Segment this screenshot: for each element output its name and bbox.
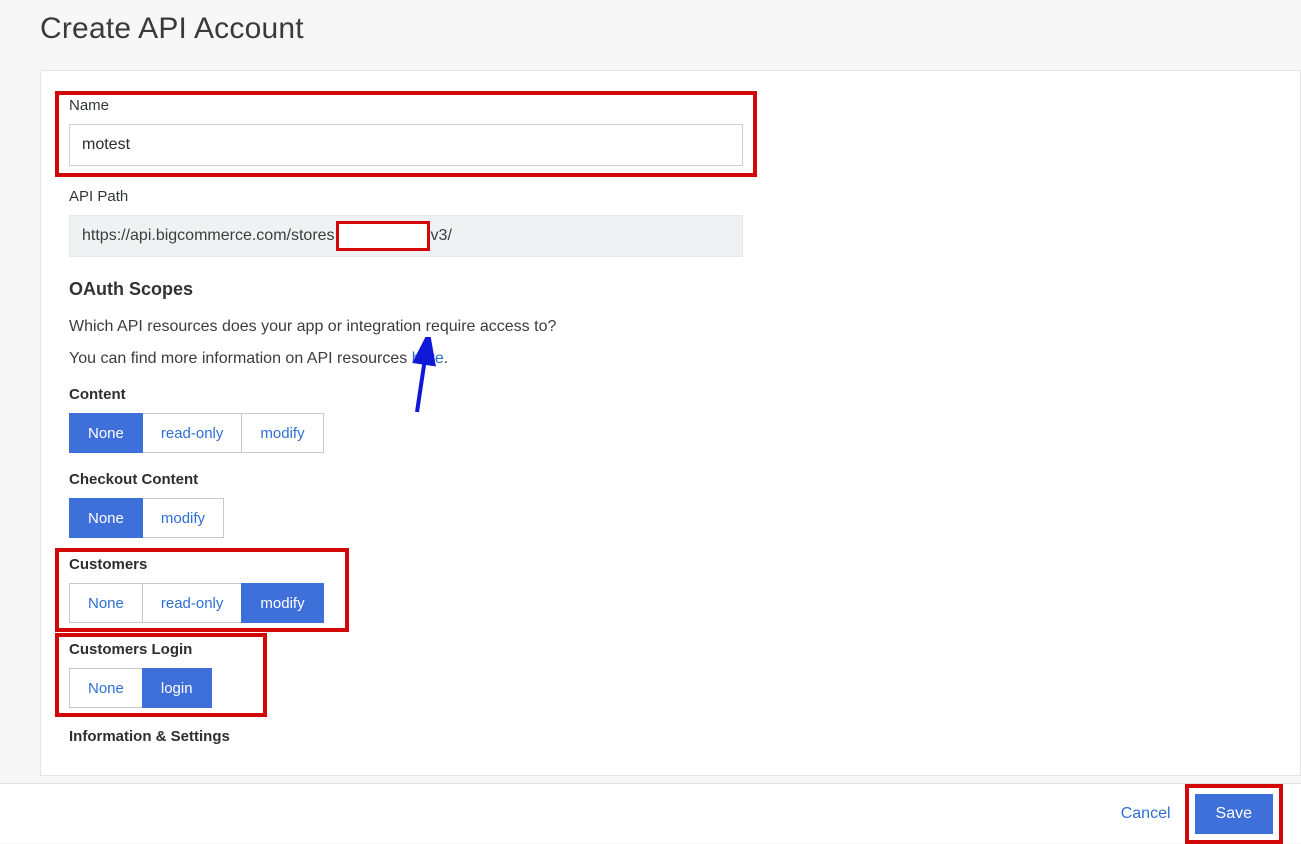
oauth-help-2-post: . <box>444 350 448 367</box>
scope-checkout-content: Checkout Content None modify <box>69 471 1272 538</box>
form-panel: Name API Path https://api.bigcommerce.co… <box>40 70 1301 776</box>
name-label: Name <box>69 97 1272 114</box>
annotation-redaction-box <box>336 221 430 251</box>
scope-customers-login-label: Customers Login <box>69 641 1272 658</box>
api-path-suffix: v3/ <box>431 227 452 245</box>
scope-content-none[interactable]: None <box>69 413 143 453</box>
oauth-help-1: Which API resources does your app or int… <box>69 318 1272 336</box>
scope-checkout-content-none[interactable]: None <box>69 498 143 538</box>
name-field-block: Name <box>69 97 1272 166</box>
api-path-field: https://api.bigcommerce.com/stores v3/ <box>69 215 743 257</box>
scope-information-settings: Information & Settings <box>69 728 1272 745</box>
scope-content-options: None read-only modify <box>69 413 324 453</box>
name-input[interactable] <box>69 124 743 166</box>
page-title: Create API Account <box>40 12 1301 46</box>
scope-checkout-content-modify[interactable]: modify <box>142 498 224 538</box>
api-path-block: API Path https://api.bigcommerce.com/sto… <box>69 188 1272 257</box>
scope-customers-login: Customers Login None login <box>69 641 1272 708</box>
scope-customers-options: None read-only modify <box>69 583 324 623</box>
oauth-heading: OAuth Scopes <box>69 279 1272 300</box>
scope-customers-label: Customers <box>69 556 1272 573</box>
save-button[interactable]: Save <box>1195 794 1273 834</box>
scope-checkout-content-options: None modify <box>69 498 224 538</box>
oauth-help-2: You can find more information on API res… <box>69 350 1272 368</box>
scope-checkout-content-label: Checkout Content <box>69 471 1272 488</box>
scope-information-settings-label: Information & Settings <box>69 728 1272 745</box>
scope-content-readonly[interactable]: read-only <box>142 413 243 453</box>
footer-bar: Cancel Save <box>0 783 1301 843</box>
api-path-label: API Path <box>69 188 1272 205</box>
scope-customers-none[interactable]: None <box>69 583 143 623</box>
scope-customers-login-login[interactable]: login <box>142 668 212 708</box>
scope-customers-modify[interactable]: modify <box>241 583 323 623</box>
scope-customers-login-options: None login <box>69 668 212 708</box>
cancel-button[interactable]: Cancel <box>1113 799 1179 829</box>
api-path-prefix: https://api.bigcommerce.com/stores <box>82 227 335 245</box>
scope-customers-readonly[interactable]: read-only <box>142 583 243 623</box>
scope-content-modify[interactable]: modify <box>241 413 323 453</box>
scope-customers: Customers None read-only modify <box>69 556 1272 623</box>
scope-content-label: Content <box>69 386 1272 403</box>
scope-content: Content None read-only modify <box>69 386 1272 453</box>
oauth-help-2-pre: You can find more information on API res… <box>69 350 412 367</box>
api-resources-link[interactable]: here <box>412 350 444 367</box>
scope-customers-login-none[interactable]: None <box>69 668 143 708</box>
